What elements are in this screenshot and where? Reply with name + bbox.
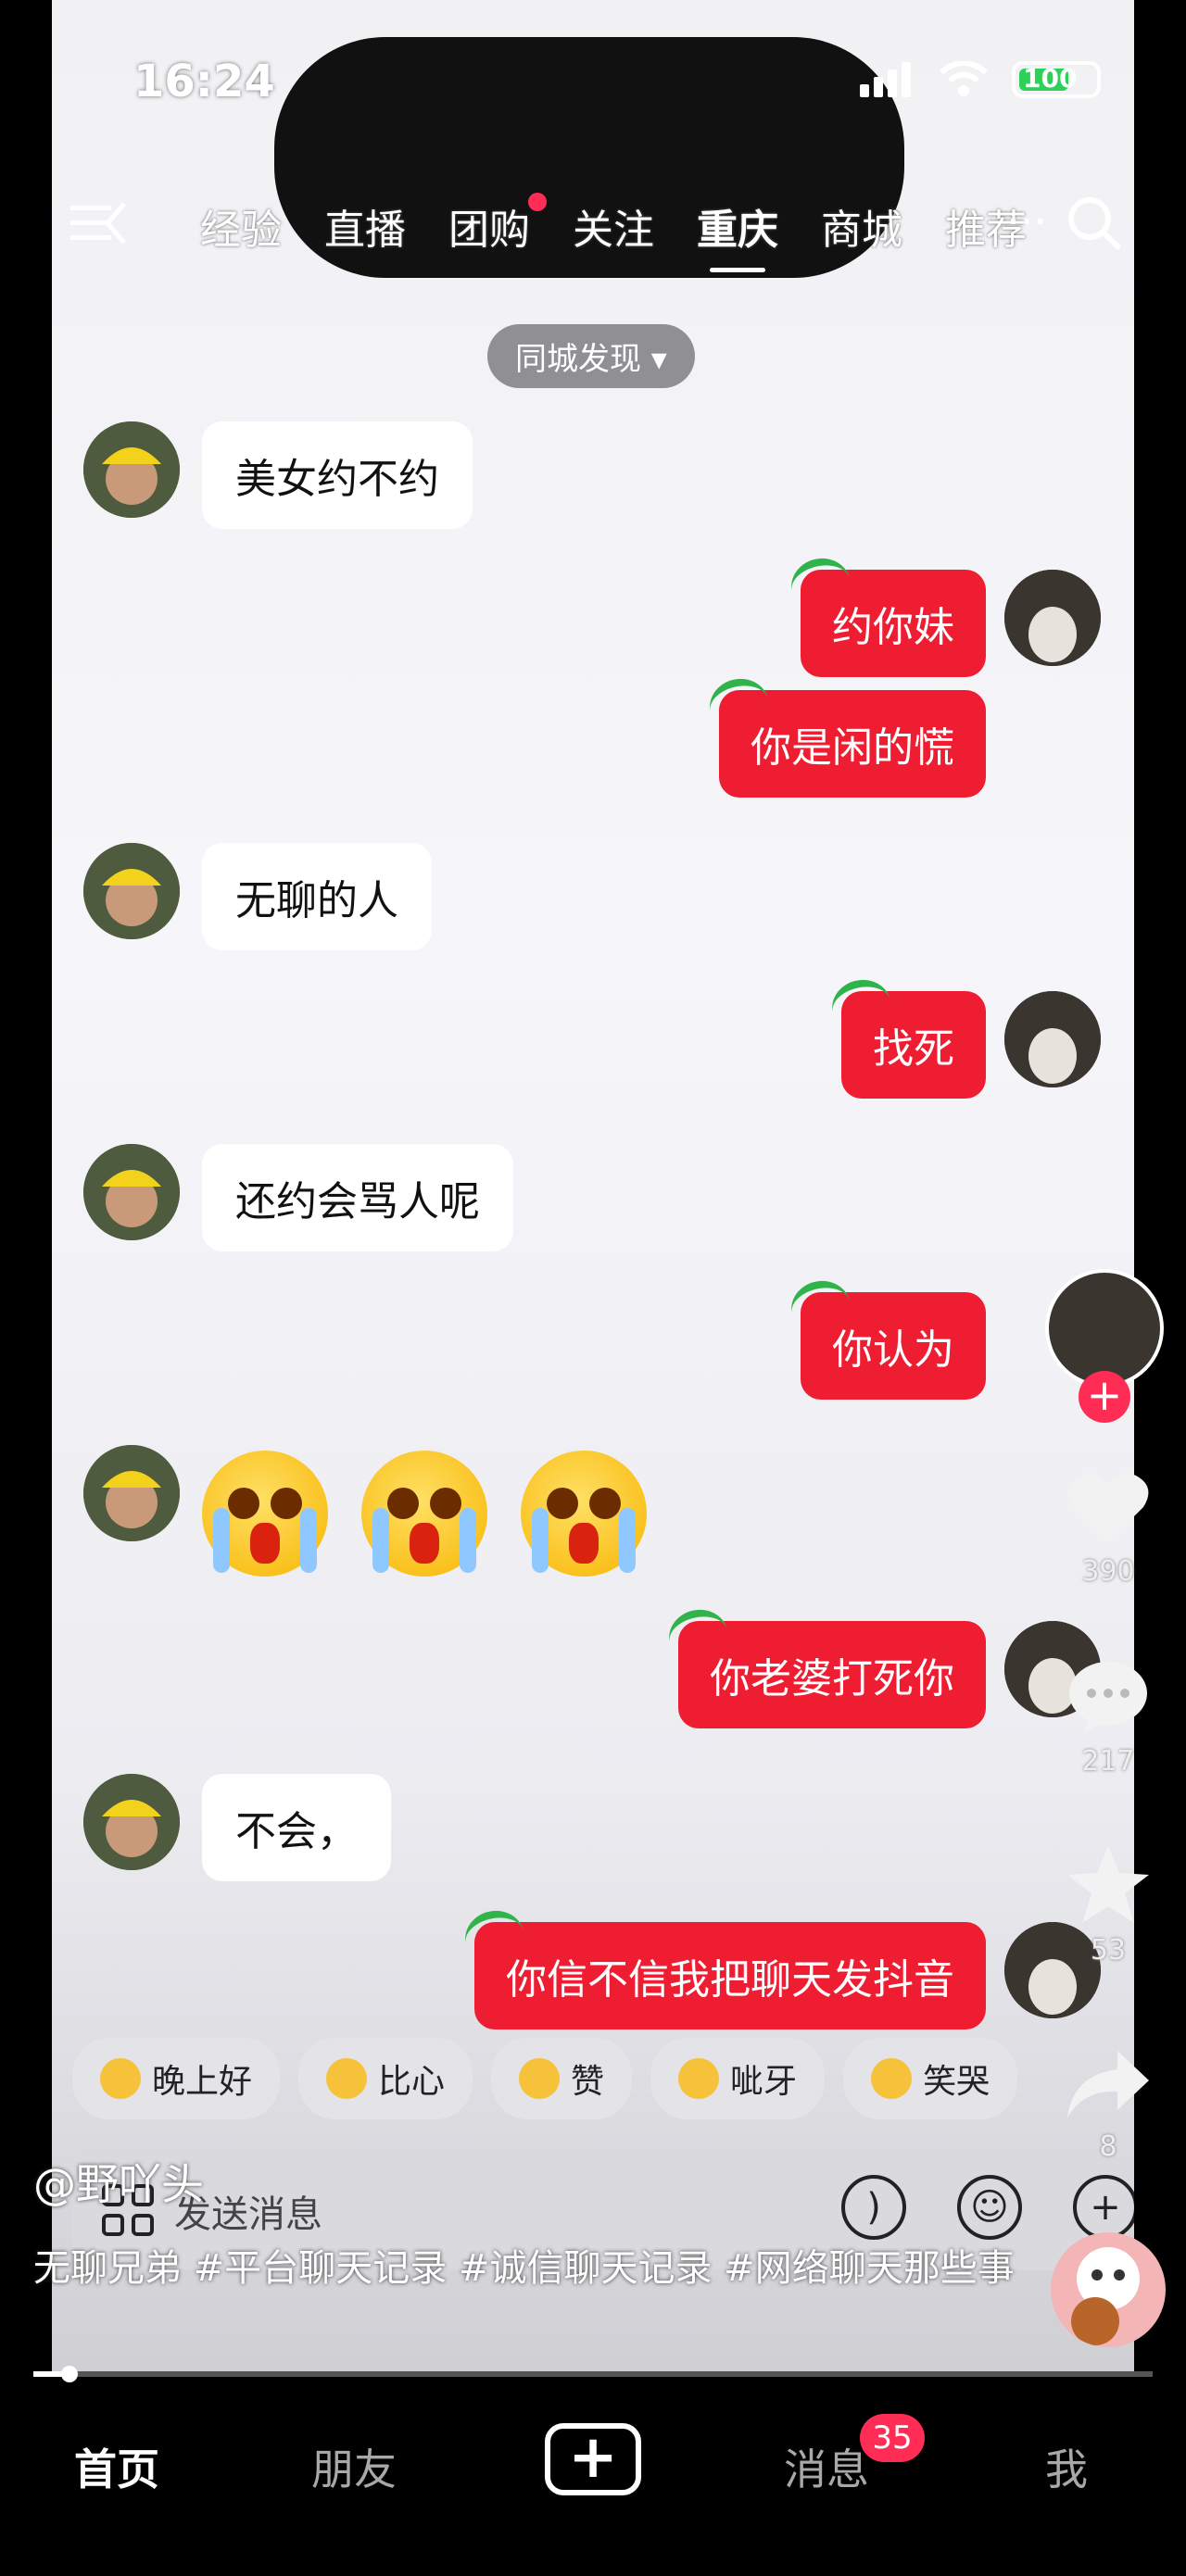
message-bubble-incoming: 还约会骂人呢: [202, 1144, 513, 1251]
message-bubble-outgoing: 你认为: [801, 1292, 986, 1400]
status-time: 16:24: [133, 56, 275, 107]
tab-city[interactable]: 重庆: [697, 196, 778, 272]
comment-button[interactable]: 217: [1064, 1658, 1153, 1778]
message-bubble-outgoing: 约你妹: [801, 570, 986, 677]
avatar[interactable]: [1004, 570, 1101, 666]
star-icon: [1067, 1845, 1149, 1923]
status-icons: 100: [860, 61, 1101, 98]
emoji-message: [202, 1451, 647, 1577]
quick-reply-chip[interactable]: 笑哭: [843, 2038, 1018, 2119]
create-button[interactable]: +: [545, 2423, 641, 2495]
quick-reply-chip[interactable]: 晚上好: [72, 2038, 281, 2119]
crying-face-icon: [361, 1451, 487, 1577]
share-button[interactable]: 8: [1064, 2047, 1153, 2163]
city-discover-pill[interactable]: 同城发现 ▾: [487, 324, 695, 388]
top-nav-tabs: 经验 直播 团购 关注 重庆 商城 推荐: [200, 193, 1027, 272]
follow-button[interactable]: +: [1079, 1371, 1130, 1423]
like-button[interactable]: 390: [1064, 1468, 1153, 1588]
quick-reply-chip[interactable]: 呲牙: [650, 2038, 826, 2119]
quick-reply-label: 笑哭: [923, 2063, 990, 2101]
thumbs-up-icon: [519, 2058, 561, 2099]
crying-face-icon: [521, 1451, 647, 1577]
search-icon[interactable]: [1064, 193, 1125, 254]
like-count: 390: [1081, 1555, 1135, 1588]
avatar[interactable]: [1004, 991, 1101, 1087]
heart-hands-icon: [326, 2058, 368, 2099]
menu-icon: [70, 202, 126, 245]
share-count: 8: [1099, 2130, 1117, 2163]
video-progress-bar[interactable]: [33, 2366, 1153, 2382]
favorite-button[interactable]: 53: [1064, 1843, 1153, 1967]
bottom-tab-bar: 首页 朋友 + 消息 35 我: [0, 2390, 1186, 2576]
voice-icon[interactable]: ): [841, 2175, 906, 2240]
tab-me[interactable]: 我: [1045, 2436, 1088, 2497]
author-name[interactable]: @野吖头: [33, 2151, 204, 2212]
avatar[interactable]: [83, 1774, 180, 1870]
avatar[interactable]: [83, 1144, 180, 1240]
emoji-icon[interactable]: ☺: [957, 2175, 1022, 2240]
tab-friends[interactable]: 朋友: [311, 2436, 397, 2497]
grin-icon: [678, 2058, 720, 2099]
tab-experience[interactable]: 经验: [200, 196, 282, 256]
progress-handle[interactable]: [61, 2366, 78, 2382]
quick-reply-label: 比心: [378, 2063, 446, 2101]
notification-dot: [528, 193, 547, 211]
music-disc-icon[interactable]: [1051, 2232, 1166, 2347]
message-bubble-incoming: 不会，: [202, 1774, 391, 1881]
message-bubble-outgoing: 你是闲的慌: [719, 690, 986, 798]
more-icon[interactable]: ···: [1006, 196, 1047, 246]
crying-face-icon: [202, 1451, 328, 1577]
tab-group-buy-label: 团购: [448, 207, 530, 254]
message-bubble-incoming: 美女约不约: [202, 421, 473, 529]
messages-badge: 35: [860, 2414, 925, 2462]
message-bubble-outgoing: 找死: [841, 991, 986, 1099]
tab-home[interactable]: 首页: [74, 2436, 159, 2497]
tab-mall[interactable]: 商城: [821, 196, 902, 256]
quick-reply-label: 赞: [571, 2063, 605, 2101]
comment-icon: [1069, 1662, 1147, 1734]
back-button[interactable]: [70, 199, 145, 255]
video-frame[interactable]: 16:24 100 经验 直播 团购 关注 重庆 商城 推荐 ··· 同城发现 …: [52, 0, 1134, 2371]
star-face-icon: [100, 2058, 141, 2099]
favorite-count: 53: [1090, 1934, 1127, 1967]
comment-count: 217: [1081, 1745, 1135, 1778]
tab-messages[interactable]: 消息: [784, 2436, 869, 2497]
add-icon[interactable]: +: [1073, 2175, 1134, 2240]
quick-reply-chip[interactable]: 赞: [491, 2038, 633, 2119]
laugh-cry-icon: [871, 2058, 913, 2099]
message-bubble-outgoing: 你老婆打死你: [678, 1621, 986, 1728]
video-caption[interactable]: 无聊兄弟 #平台聊天记录 #诚信聊天记录 #网络聊天那些事: [33, 2242, 1016, 2295]
tab-following[interactable]: 关注: [573, 196, 654, 256]
message-bubble-incoming: 无聊的人: [202, 843, 432, 950]
quick-reply-bar: 晚上好 比心 赞 呲牙 笑哭: [72, 2038, 1018, 2119]
message-bubble-outgoing: 你信不信我把聊天发抖音: [474, 1922, 986, 2029]
avatar[interactable]: [83, 1445, 180, 1541]
wifi-icon: [940, 61, 988, 96]
avatar[interactable]: [83, 421, 180, 518]
quick-reply-label: 呲牙: [730, 2063, 798, 2101]
share-icon: [1067, 2051, 1149, 2117]
quick-reply-chip[interactable]: 比心: [298, 2038, 473, 2119]
battery-icon: 100: [1012, 61, 1101, 98]
tab-group-buy[interactable]: 团购: [448, 193, 547, 256]
signal-icon: [860, 62, 915, 97]
battery-level: 100: [1023, 63, 1078, 94]
quick-reply-label: 晚上好: [152, 2063, 253, 2101]
avatar[interactable]: [83, 843, 180, 939]
tab-live[interactable]: 直播: [324, 196, 406, 256]
heart-icon: [1067, 1473, 1149, 1542]
